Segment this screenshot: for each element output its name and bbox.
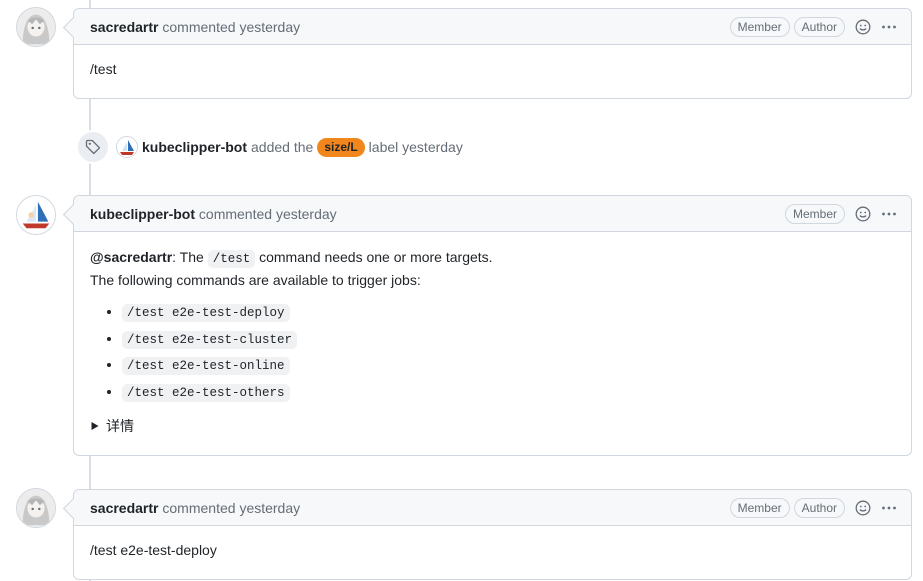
comment-text: /test e2e-test-deploy: [90, 542, 217, 558]
comment-meta: sacredartr commented yesterday: [90, 19, 726, 35]
tag-icon: [76, 130, 110, 164]
bot-avatar-image: [17, 196, 55, 234]
comment-verb: commented: [162, 499, 236, 516]
comment-meta: sacredartr commented yesterday: [90, 500, 726, 516]
body-line-1: @sacredartr: The /test command needs one…: [90, 247, 895, 270]
comment-header: sacredartr commented yesterday Member Au…: [74, 9, 911, 45]
event-action: added the: [251, 139, 314, 155]
command-code: /test e2e-test-others: [122, 383, 290, 402]
comment-card: sacredartr commented yesterday Member Au…: [73, 8, 912, 99]
command-list: /test e2e-test-deploy /test e2e-test-clu…: [90, 301, 895, 404]
command-code: /test e2e-test-deploy: [122, 304, 290, 322]
body-line-2: The following commands are available to …: [90, 272, 421, 288]
comment-card: kubeclipper-bot commented yesterday Memb…: [73, 195, 912, 456]
avatar-kubeclipper-bot[interactable]: [16, 195, 56, 235]
comment-verb: commented: [198, 205, 273, 222]
list-item: /test e2e-test-cluster: [122, 328, 895, 351]
comment-body: @sacredartr: The /test command needs one…: [74, 232, 911, 453]
list-item: /test e2e-test-deploy: [122, 301, 895, 324]
line1-pre: : The: [172, 249, 204, 265]
member-badge: Member: [784, 203, 845, 224]
comment-time[interactable]: yesterday: [239, 500, 300, 516]
comment-body: /test: [74, 45, 911, 96]
comment-card: sacredartr commented yesterday Member Au…: [73, 489, 912, 580]
triangle-right-icon: [91, 422, 99, 430]
details-toggle[interactable]: 详情: [90, 416, 895, 437]
command-code: /test e2e-test-cluster: [122, 330, 298, 349]
event-suffix: label yesterday: [368, 139, 463, 155]
kebab-icon[interactable]: [881, 500, 897, 516]
avatar-sacredartr[interactable]: [16, 7, 56, 47]
kebab-icon[interactable]: [881, 206, 897, 222]
smiley-icon[interactable]: [855, 206, 871, 222]
smiley-icon[interactable]: [855, 500, 871, 516]
event-actor[interactable]: kubeclipper-bot: [142, 139, 247, 155]
comment-time[interactable]: yesterday: [239, 19, 300, 35]
list-item: /test e2e-test-others: [122, 381, 895, 404]
member-badge: Member: [729, 16, 790, 37]
command-code: /test e2e-test-online: [122, 357, 290, 375]
list-item: /test e2e-test-online: [122, 354, 895, 377]
avatar-image: [17, 8, 55, 46]
author-link[interactable]: sacredartr: [90, 500, 159, 516]
comment-body: /test e2e-test-deploy: [74, 526, 911, 577]
member-badge: Member: [729, 497, 790, 518]
comment-time[interactable]: yesterday: [276, 206, 337, 222]
kebab-icon[interactable]: [881, 19, 897, 35]
details-label: 详情: [106, 417, 134, 434]
bot-mini-avatar[interactable]: [116, 136, 138, 158]
line1-post: command needs one or more targets.: [259, 249, 493, 265]
comment-header: sacredartr commented yesterday Member Au…: [74, 490, 911, 526]
smiley-icon[interactable]: [855, 19, 871, 35]
comment-text: /test: [90, 61, 117, 77]
comment-verb: commented: [162, 18, 236, 35]
comment-header: kubeclipper-bot commented yesterday Memb…: [74, 196, 911, 232]
mention-link[interactable]: @sacredartr: [90, 249, 172, 265]
inline-code: /test: [207, 250, 256, 268]
label-event: kubeclipper-bot added the size/L label y…: [76, 130, 463, 164]
author-link[interactable]: sacredartr: [90, 19, 159, 35]
avatar-sacredartr[interactable]: [16, 488, 56, 528]
author-link[interactable]: kubeclipper-bot: [90, 206, 195, 222]
avatar-image: [17, 489, 55, 527]
label-size-l[interactable]: size/L: [317, 137, 365, 157]
author-badge: Author: [793, 497, 845, 518]
author-badge: Author: [793, 16, 845, 37]
comment-meta: kubeclipper-bot commented yesterday: [90, 206, 781, 222]
